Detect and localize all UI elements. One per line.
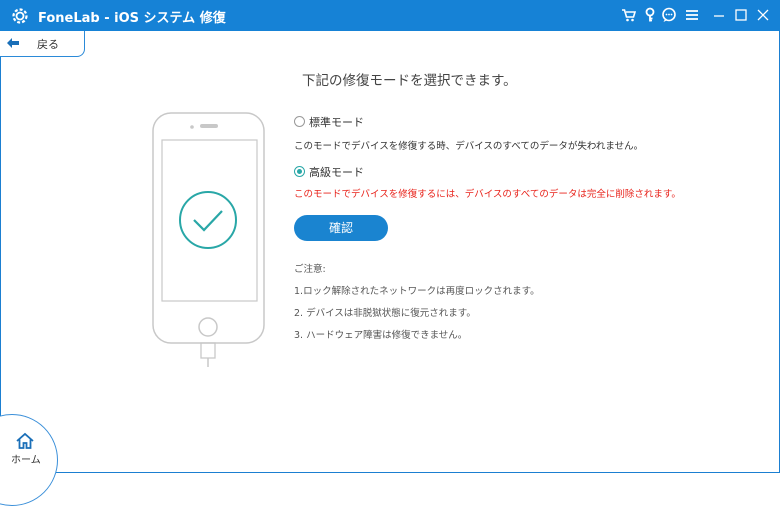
gear-icon (12, 8, 28, 24)
standard-mode-label[interactable]: 標準モード (309, 114, 364, 130)
maximize-icon[interactable] (733, 7, 749, 23)
minimize-icon[interactable] (711, 7, 727, 23)
back-arrow-icon (7, 38, 19, 48)
title-bar: FoneLab - iOS システム 修復 (0, 0, 780, 31)
page-heading: 下記の修復モードを選択できます。 (302, 73, 517, 89)
menu-icon[interactable] (684, 7, 700, 23)
note-item: 2. デバイスは非脱獄状態に復元されます。 (294, 308, 476, 319)
confirm-button[interactable]: 確認 (294, 215, 388, 241)
note-item: 3. ハードウェア障害は修復できません。 (294, 330, 468, 341)
standard-mode-description: このモードでデバイスを修復する時、デバイスのすべてのデータが失われません。 (294, 141, 644, 152)
phone-illustration (152, 112, 265, 367)
close-icon[interactable] (755, 7, 771, 23)
app-title: FoneLab - iOS システム 修復 (38, 11, 226, 26)
advanced-mode-warning: このモードでデバイスを修復するには、デバイスのすべてのデータは完全に削除されます… (294, 189, 681, 200)
notes-title: ご注意: (294, 264, 326, 275)
chat-icon[interactable] (661, 7, 677, 23)
advanced-mode-radio[interactable] (294, 166, 305, 177)
back-button[interactable]: 戻る (0, 31, 85, 57)
note-item: 1.ロック解除されたネットワークは再度ロックされます。 (294, 286, 540, 297)
back-label: 戻る (37, 38, 59, 51)
advanced-mode-label[interactable]: 高級モード (309, 164, 364, 180)
standard-mode-radio[interactable] (294, 116, 305, 127)
cart-icon[interactable] (621, 7, 637, 23)
home-label: ホーム (11, 455, 41, 466)
home-icon (16, 432, 34, 449)
key-icon[interactable] (642, 7, 658, 23)
